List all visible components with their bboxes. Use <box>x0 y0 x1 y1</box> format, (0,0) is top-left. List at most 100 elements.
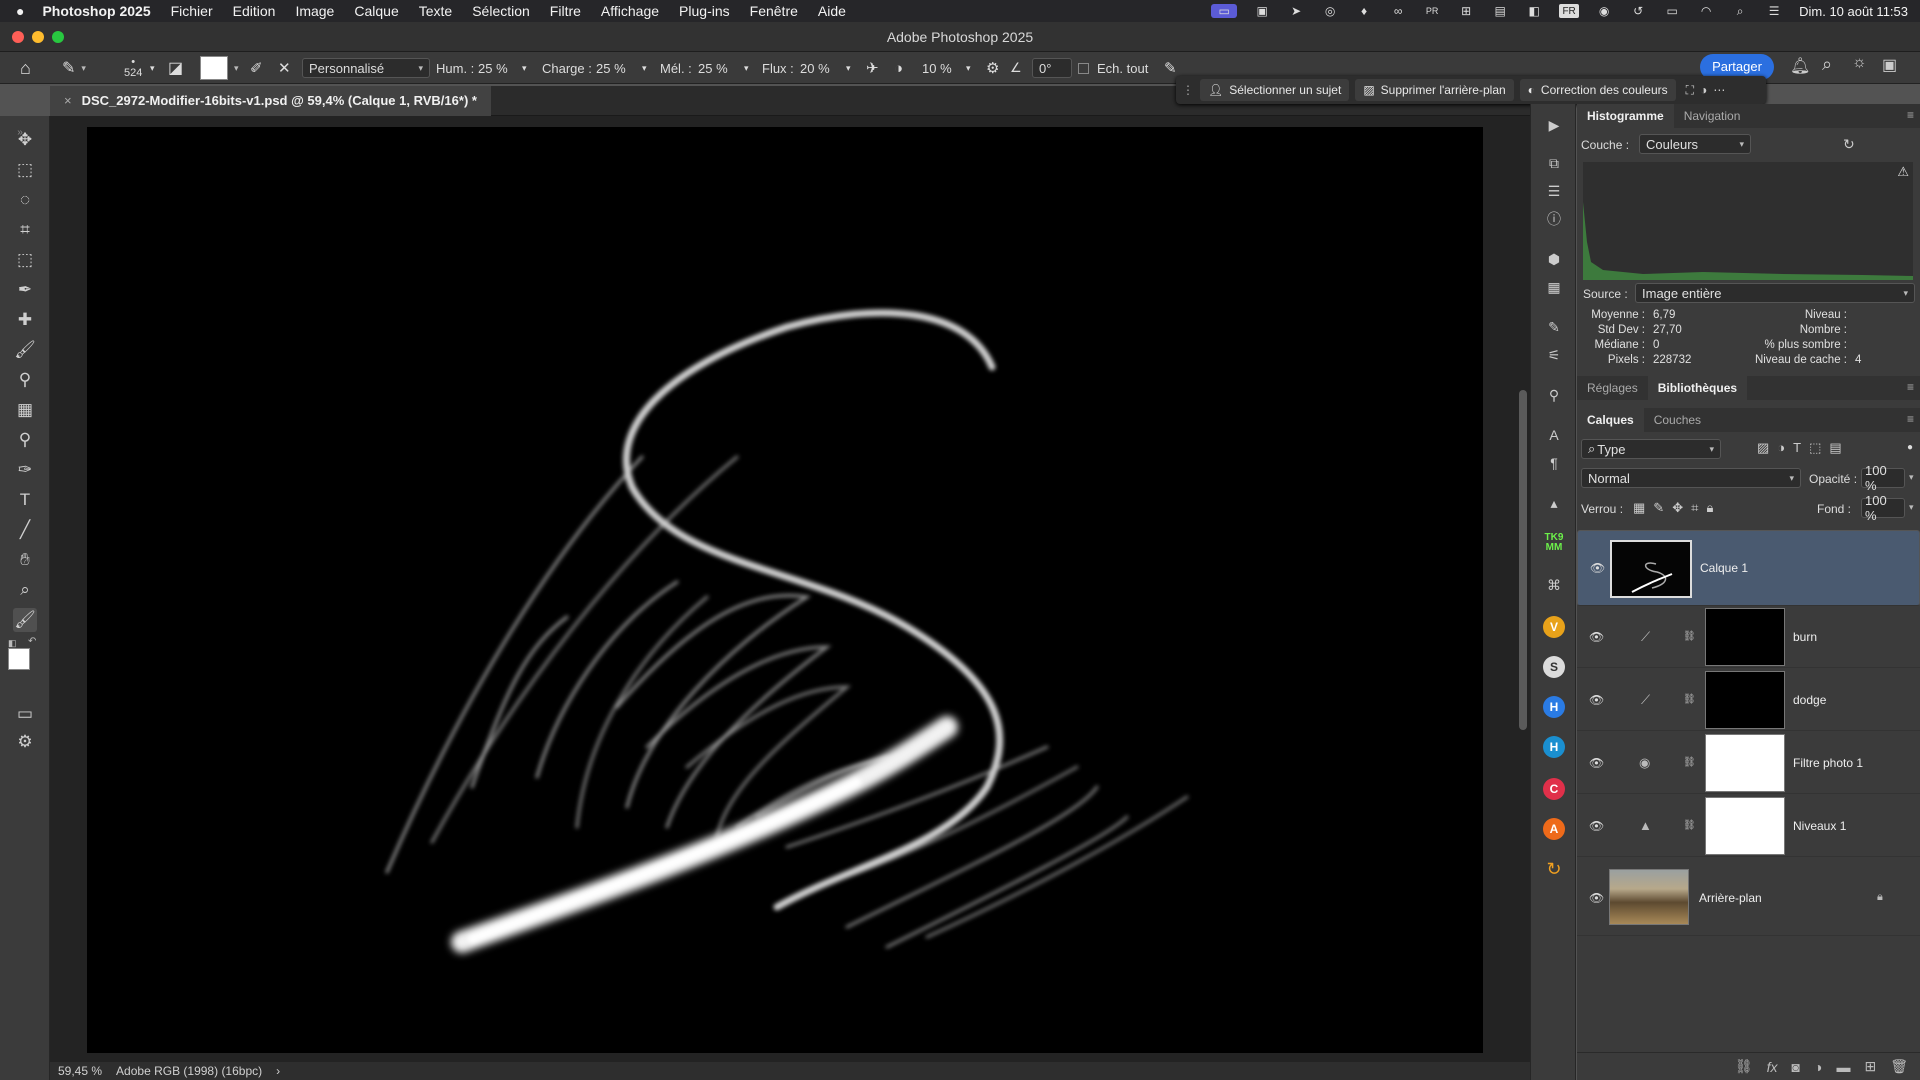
screen-record-icon[interactable]: ▭ <box>1211 4 1238 18</box>
panel-menu-icon[interactable]: ≡ <box>1907 108 1914 122</box>
eyedropper-tool-icon[interactable]: ✒ <box>13 278 37 302</box>
crop-tool-icon[interactable]: ⌗ <box>13 218 37 242</box>
control-center-icon[interactable]: ☰ <box>1765 4 1783 18</box>
flame-icon[interactable]: ♦ <box>1355 4 1373 18</box>
pr-icon[interactable]: PR <box>1423 4 1441 18</box>
apple-menu-icon[interactable]: ● <box>16 3 24 19</box>
clean-brush-icon[interactable]: ✕ <box>278 52 291 84</box>
lock-icon[interactable]: 🔒︎ <box>1877 891 1883 904</box>
input-source[interactable]: FR <box>1559 4 1580 18</box>
sample-all-checkbox[interactable]: Ech. tout <box>1078 52 1148 84</box>
paragraph-icon[interactable]: ¶ <box>1543 452 1565 474</box>
pointer-icon[interactable]: ➤ <box>1287 4 1305 18</box>
blend-mode-select[interactable]: Normal ▾ <box>1581 468 1801 488</box>
zoom-level[interactable]: 59,45 % <box>58 1062 102 1080</box>
menu-fichier[interactable]: Fichier <box>171 3 213 19</box>
brush-size-chevron-icon[interactable]: ▾ <box>150 52 155 84</box>
play-icon[interactable]: ▶ <box>1543 114 1565 136</box>
foreground-color-swatch[interactable] <box>8 648 30 670</box>
user-icon[interactable]: ◉ <box>1595 4 1613 18</box>
stamp-tool-icon[interactable]: ⚲ <box>13 368 37 392</box>
paths-icon[interactable]: ⌘ <box>1543 574 1565 596</box>
layer-row[interactable]: 👁︎ ⟋ ⛓ dodge <box>1577 669 1920 731</box>
warning-icon[interactable]: ⚠ <box>1897 164 1909 180</box>
menu-image[interactable]: Image <box>295 3 334 19</box>
opacity-input[interactable]: 100 % <box>1861 463 1905 493</box>
brush-size-picker[interactable]: • 524 <box>124 52 142 84</box>
zoom-tool-icon[interactable]: ⌕ <box>13 578 37 602</box>
filter-toggle-icon[interactable]: ● <box>1907 442 1913 453</box>
battery-icon[interactable]: ▭ <box>1663 4 1681 18</box>
preset-select[interactable]: Personnalisé ▾ <box>302 58 430 78</box>
character-icon[interactable]: A <box>1543 424 1565 446</box>
link-layers-icon[interactable]: ⛓ <box>1735 1058 1753 1075</box>
move-tool-icon[interactable]: ✥ <box>13 128 37 152</box>
screen-mode-icon[interactable]: ▭ <box>13 702 37 726</box>
menu-plugins[interactable]: Plug-ins <box>679 3 730 19</box>
menu-selection[interactable]: Sélection <box>472 3 530 19</box>
home-icon[interactable]: ⌂ <box>20 52 31 84</box>
zoom-window-button[interactable] <box>52 31 64 43</box>
plugin-a-icon[interactable]: A <box>1543 818 1565 840</box>
eye-icon[interactable]: 👁︎ <box>1589 630 1604 644</box>
tab-channels[interactable]: Couches <box>1644 408 1711 432</box>
mixer-brush-tool-icon[interactable]: 🖌︎ <box>13 608 37 632</box>
mask-icon[interactable]: ⛶ <box>1686 83 1694 98</box>
lock-artboard-icon[interactable]: ⌗ <box>1691 500 1706 515</box>
minimize-window-button[interactable] <box>32 31 44 43</box>
layer-row[interactable]: 👁︎ ◉ ⛓ Filtre photo 1 <box>1577 732 1920 794</box>
current-brush-load-swatch[interactable]: ▾ <box>200 52 239 84</box>
marquee-tool-icon[interactable]: ⬚ <box>13 158 37 182</box>
eye-icon[interactable]: 👁︎ <box>1589 756 1604 770</box>
filter-type-icon[interactable]: T <box>1793 440 1809 455</box>
color-correction-button[interactable]: ◐ Correction des couleurs <box>1519 79 1676 101</box>
chevron-right-icon[interactable]: › <box>276 1062 280 1080</box>
lightbulb-icon[interactable]: ☼ <box>1852 54 1867 72</box>
plugin-v-icon[interactable]: V <box>1543 616 1565 638</box>
bell-icon[interactable]: 🔔︎ <box>1790 56 1810 76</box>
menu-calque[interactable]: Calque <box>354 3 398 19</box>
smoothing-chevron-icon[interactable]: ▾ <box>966 52 971 84</box>
close-window-button[interactable] <box>12 31 24 43</box>
tab-navigation[interactable]: Navigation <box>1674 104 1751 128</box>
filter-pixel-icon[interactable]: ▨ <box>1757 440 1777 455</box>
channel-select[interactable]: Couleurs ▾ <box>1639 134 1751 154</box>
layer-filter-select[interactable]: ⌕ Type ▾ <box>1581 439 1721 459</box>
display-icon[interactable]: ◧ <box>1525 4 1543 18</box>
filter-shape-icon[interactable]: ⬚ <box>1809 440 1829 455</box>
plugin-tk9-icon[interactable]: TK9 MM <box>1543 532 1565 554</box>
tab-adjustments[interactable]: Réglages <box>1577 376 1648 400</box>
smoothing-value[interactable]: 10 % <box>922 52 952 84</box>
swap-colors-icon[interactable]: ↶ <box>28 636 36 647</box>
clone-source-icon[interactable]: ⚲ <box>1543 384 1565 406</box>
add-mask-icon[interactable]: ◙ <box>1792 1059 1800 1075</box>
line-tool-icon[interactable]: ╱ <box>13 518 37 542</box>
layer-row[interactable]: 👁︎ ⟋ ⛓ burn <box>1577 606 1920 668</box>
smoothing-icon[interactable]: ◑ <box>894 52 903 84</box>
panel-menu-icon[interactable]: ≡ <box>1907 380 1914 394</box>
load-value[interactable]: 25 % <box>596 52 626 84</box>
lock-all-icon[interactable]: 🔒︎ <box>1706 500 1721 515</box>
app-menu[interactable]: Photoshop 2025 <box>42 3 150 19</box>
fill-chevron-icon[interactable]: ▾ <box>1909 502 1914 513</box>
lock-transparency-icon[interactable]: ▦ <box>1633 500 1653 515</box>
trash-icon[interactable]: 🗑︎ <box>1890 1058 1908 1075</box>
new-layer-icon[interactable]: ⊞ <box>1864 1058 1876 1075</box>
wifi-icon[interactable]: ◠ <box>1697 4 1715 18</box>
search-icon[interactable]: ⌕ <box>1822 54 1832 75</box>
vertical-scrollbar[interactable] <box>1519 390 1527 730</box>
menu-affichage[interactable]: Affichage <box>601 3 659 19</box>
menu-texte[interactable]: Texte <box>419 3 452 19</box>
brush-tool-icon[interactable]: 🖌︎ <box>13 338 37 362</box>
plugin-h2-icon[interactable]: H <box>1543 736 1565 758</box>
healing-brush-tool-icon[interactable]: ✚ <box>13 308 37 332</box>
dodge-tool-icon[interactable]: ⚲ <box>13 428 37 452</box>
app-status-icon[interactable]: ◎ <box>1321 4 1339 18</box>
more-icon[interactable]: ⋯ <box>1713 83 1725 97</box>
pen-tool-icon[interactable]: ✑ <box>13 458 37 482</box>
layer-row[interactable]: 👁︎ Calque 1 <box>1577 530 1920 606</box>
color-profile[interactable]: Adobe RGB (1998) (16bpc) <box>116 1062 262 1080</box>
gear-icon[interactable]: ⚙ <box>986 52 999 84</box>
plugin-h-icon[interactable]: H <box>1543 696 1565 718</box>
remove-background-button[interactable]: ▨ Supprimer l'arrière-plan <box>1355 79 1514 101</box>
